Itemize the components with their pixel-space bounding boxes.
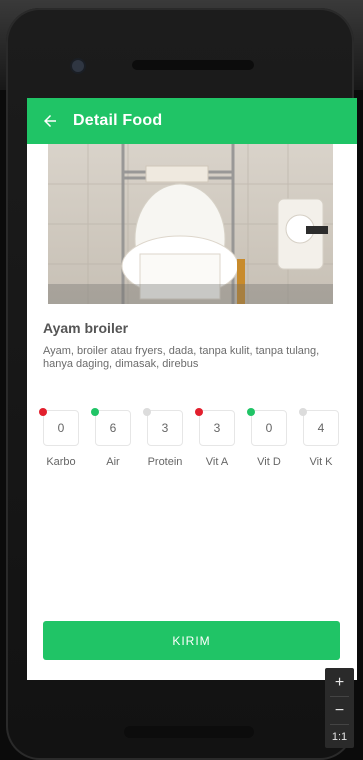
nutrient-value: 6 [109, 421, 117, 435]
nutrient-value: 4 [317, 421, 325, 435]
food-photo-illustration [48, 144, 333, 304]
status-dot-red-icon [39, 408, 47, 416]
status-dot-green-icon [91, 408, 99, 416]
nutrient-value: 3 [161, 421, 169, 435]
app-screen: Detail Food Ayam broiler Ayam, broiler a… [27, 98, 357, 680]
status-dot-grey-icon [299, 408, 307, 416]
divider [330, 696, 349, 697]
kirim-button[interactable]: KIRIM [43, 621, 340, 660]
speaker-slot [132, 60, 254, 70]
nutrient-value-box[interactable]: 3 [195, 408, 235, 446]
nutrient-label: Protein [147, 456, 183, 468]
nutrient-value-box[interactable]: 4 [299, 408, 339, 446]
nutrient-label: Vit K [309, 456, 333, 468]
nutrient-value: 0 [57, 421, 65, 435]
zoom-ratio-button[interactable]: 1:1 [325, 724, 354, 750]
food-image [48, 144, 333, 304]
status-dot-grey-icon [143, 408, 151, 416]
nutrient-value-box[interactable]: 6 [91, 408, 131, 446]
nutrient-label: Air [106, 456, 120, 468]
nutrient-grid: 0 Karbo 6 Air 3 Protein 3 Vit A 0 Vit D … [39, 408, 353, 480]
minus-icon[interactable]: − [325, 698, 354, 724]
nutrient-value-box[interactable]: 0 [247, 408, 287, 446]
nutrient-value: 3 [213, 421, 221, 435]
nutrient-item-vit-k: 4 Vit K [299, 408, 353, 476]
food-description: Ayam, broiler atau fryers, dada, tanpa k… [43, 345, 320, 370]
food-name: Ayam broiler [43, 320, 129, 336]
nutrient-value-box[interactable]: 3 [143, 408, 183, 446]
nutrient-label: Vit D [257, 456, 281, 468]
plus-icon[interactable]: + [325, 670, 354, 696]
top-app-bar: Detail Food [27, 98, 357, 144]
camera-icon [72, 60, 84, 72]
nutrient-value: 0 [265, 421, 273, 435]
arrow-left-icon-svg [44, 115, 56, 127]
nutrient-label: Vit A [205, 456, 229, 468]
page-title: Detail Food [73, 112, 163, 129]
zoom-controls: + − 1:1 [325, 668, 354, 748]
nutrient-value-box[interactable]: 0 [39, 408, 79, 446]
arrow-left-icon[interactable] [27, 98, 73, 144]
status-dot-green-icon [247, 408, 255, 416]
home-bar [124, 726, 254, 738]
status-dot-red-icon [195, 408, 203, 416]
nutrient-label: Karbo [46, 456, 76, 468]
